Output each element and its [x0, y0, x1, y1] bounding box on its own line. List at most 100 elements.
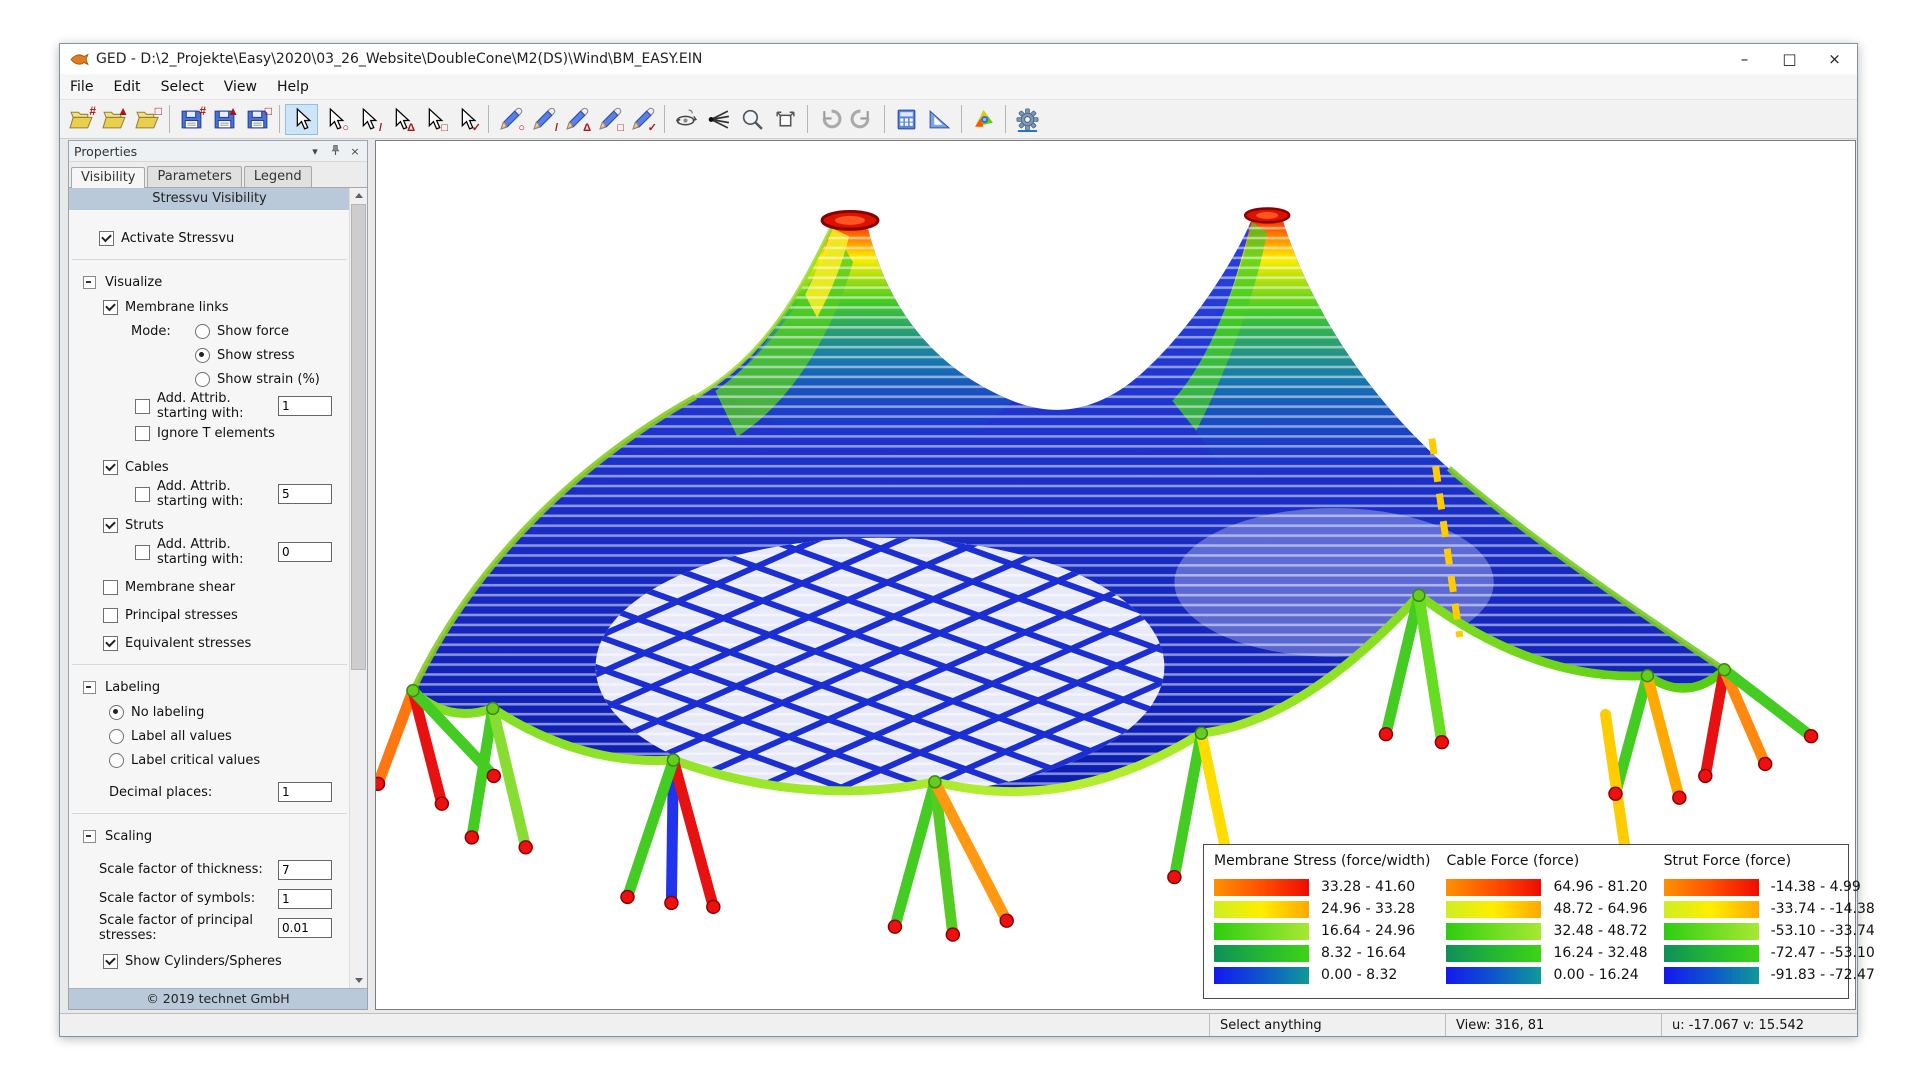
legend-color-swatch	[1214, 945, 1309, 962]
select-links-tool[interactable]: /	[351, 104, 384, 135]
membrane-links-checkbox[interactable]	[103, 300, 118, 315]
scale-symbols-input[interactable]	[278, 889, 332, 909]
draw-quads-tool[interactable]: □	[593, 104, 626, 135]
legend-range-label: 16.24 - 32.48	[1553, 945, 1647, 961]
scroll-up-icon[interactable]	[350, 188, 367, 204]
draw-points-tool[interactable]: ○	[494, 104, 527, 135]
add-attrib-cables-checkbox[interactable]	[135, 487, 150, 502]
menu-file[interactable]: File	[60, 76, 103, 98]
settings-button[interactable]	[1011, 104, 1044, 135]
open-model-triangle-button[interactable]: ▲	[98, 104, 131, 135]
membrane-shear-checkbox[interactable]	[103, 580, 118, 595]
add-attrib-struts-input[interactable]	[278, 542, 332, 562]
save-model-square-button[interactable]: □	[241, 104, 274, 135]
toolbar-separator	[807, 105, 808, 133]
properties-panel: Properties ▾ × Visibility Parameters Leg…	[68, 140, 368, 1010]
label-critical-values-radio[interactable]	[109, 753, 124, 768]
show-force-label: Show force	[217, 324, 289, 339]
menu-bar: FileEditSelectViewHelp	[60, 74, 1857, 100]
legend-column-title: Membrane Stress (force/width)	[1214, 853, 1430, 869]
add-attrib-cables-input[interactable]	[278, 484, 332, 504]
zoom-extents-tool[interactable]	[769, 104, 802, 135]
legend-color-swatch	[1664, 923, 1759, 940]
ignore-t-elements-checkbox[interactable]	[135, 426, 150, 441]
add-attrib-membrane-label: Add. Attrib. starting with:	[157, 391, 278, 421]
panel-close-icon[interactable]: ×	[348, 145, 362, 158]
tab-visibility[interactable]: Visibility	[71, 167, 145, 188]
calculator-button[interactable]	[890, 104, 923, 135]
menu-view[interactable]: View	[214, 76, 267, 98]
collapse-scaling-icon[interactable]	[83, 830, 96, 843]
tab-legend[interactable]: Legend	[244, 166, 312, 187]
legend-color-swatch	[1664, 901, 1759, 918]
decimal-places-input[interactable]	[278, 782, 332, 802]
toolbar-separator	[279, 105, 280, 133]
redo-button[interactable]	[846, 104, 879, 135]
close-button[interactable]: ×	[1812, 44, 1857, 74]
add-attrib-membrane-input[interactable]	[278, 396, 332, 416]
open-model-hash-button[interactable]: #	[65, 104, 98, 135]
show-cylinders-checkbox[interactable]	[103, 954, 118, 969]
measure-button[interactable]	[923, 104, 956, 135]
select-quads-tool[interactable]: □	[417, 104, 450, 135]
principal-stresses-label: Principal stresses	[125, 608, 238, 623]
undo-button[interactable]	[813, 104, 846, 135]
select-triangles-tool[interactable]: Δ	[384, 104, 417, 135]
activate-stressvu-checkbox[interactable]	[99, 231, 114, 246]
open-model-square-button[interactable]: □	[131, 104, 164, 135]
legend-range-label: 48.72 - 64.96	[1553, 901, 1647, 917]
menu-select[interactable]: Select	[151, 76, 214, 98]
show-strain-radio[interactable]	[195, 372, 210, 387]
select-confirm-tool[interactable]: ✓	[450, 104, 483, 135]
select-tool[interactable]	[285, 104, 318, 135]
window-title: GED - D:\2_Projekte\Easy\2020\03_26_Webs…	[96, 51, 702, 67]
scale-thickness-input[interactable]	[278, 860, 332, 880]
maximize-button[interactable]: □	[1767, 44, 1812, 74]
scroll-thumb[interactable]	[351, 204, 366, 670]
panel-scrollbar[interactable]	[349, 188, 367, 988]
zoom-dynamic-tool[interactable]	[703, 104, 736, 135]
draw-confirm-tool[interactable]: ✓	[626, 104, 659, 135]
draw-links-tool-overlay-glyph: /	[555, 123, 558, 134]
show-strain-label: Show strain (%)	[217, 372, 320, 387]
draw-confirm-tool-overlay-glyph: ✓	[648, 123, 657, 134]
show-stress-radio[interactable]	[195, 348, 210, 363]
orbit-tool[interactable]	[670, 104, 703, 135]
draw-triangles-tool-overlay-glyph: Δ	[583, 123, 591, 134]
draw-links-tool[interactable]: /	[527, 104, 560, 135]
collapse-visualize-icon[interactable]	[83, 276, 96, 289]
pin-icon[interactable]	[328, 144, 342, 159]
legend-row: 16.64 - 24.96	[1214, 922, 1430, 940]
cables-checkbox[interactable]	[103, 460, 118, 475]
add-attrib-struts-checkbox[interactable]	[135, 545, 150, 560]
stressvu-button[interactable]	[967, 104, 1000, 135]
select-points-tool[interactable]: ○	[318, 104, 351, 135]
draw-quads-tool-overlay-glyph: □	[617, 123, 624, 134]
panel-splitter[interactable]	[368, 140, 375, 1010]
viewport[interactable]: Membrane Stress (force/width)33.28 - 41.…	[375, 140, 1856, 1010]
no-labeling-radio[interactable]	[109, 705, 124, 720]
tab-parameters[interactable]: Parameters	[147, 166, 241, 187]
draw-triangles-tool[interactable]: Δ	[560, 104, 593, 135]
menu-edit[interactable]: Edit	[103, 76, 150, 98]
principal-stresses-checkbox[interactable]	[103, 608, 118, 623]
legend-color-swatch	[1446, 967, 1541, 984]
show-force-radio[interactable]	[195, 324, 210, 339]
label-all-values-radio[interactable]	[109, 729, 124, 744]
scale-principal-input[interactable]	[278, 918, 332, 938]
save-model-triangle-button[interactable]: ▲	[208, 104, 241, 135]
minimize-button[interactable]: –	[1722, 44, 1767, 74]
menu-help[interactable]: Help	[267, 76, 319, 98]
panel-menu-icon[interactable]: ▾	[308, 145, 322, 158]
legend-color-swatch	[1214, 967, 1309, 984]
collapse-labeling-icon[interactable]	[83, 681, 96, 694]
title-bar[interactable]: GED - D:\2_Projekte\Easy\2020\03_26_Webs…	[60, 44, 1857, 74]
struts-checkbox[interactable]	[103, 518, 118, 533]
scroll-down-icon[interactable]	[350, 972, 367, 988]
add-attrib-membrane-checkbox[interactable]	[135, 399, 150, 414]
save-model-triangle-button-overlay-glyph: ▲	[227, 105, 239, 117]
save-model-hash-button[interactable]: #	[175, 104, 208, 135]
zoom-tool[interactable]	[736, 104, 769, 135]
equivalent-stresses-checkbox[interactable]	[103, 636, 118, 651]
panel-title-bar[interactable]: Properties ▾ ×	[69, 141, 367, 162]
